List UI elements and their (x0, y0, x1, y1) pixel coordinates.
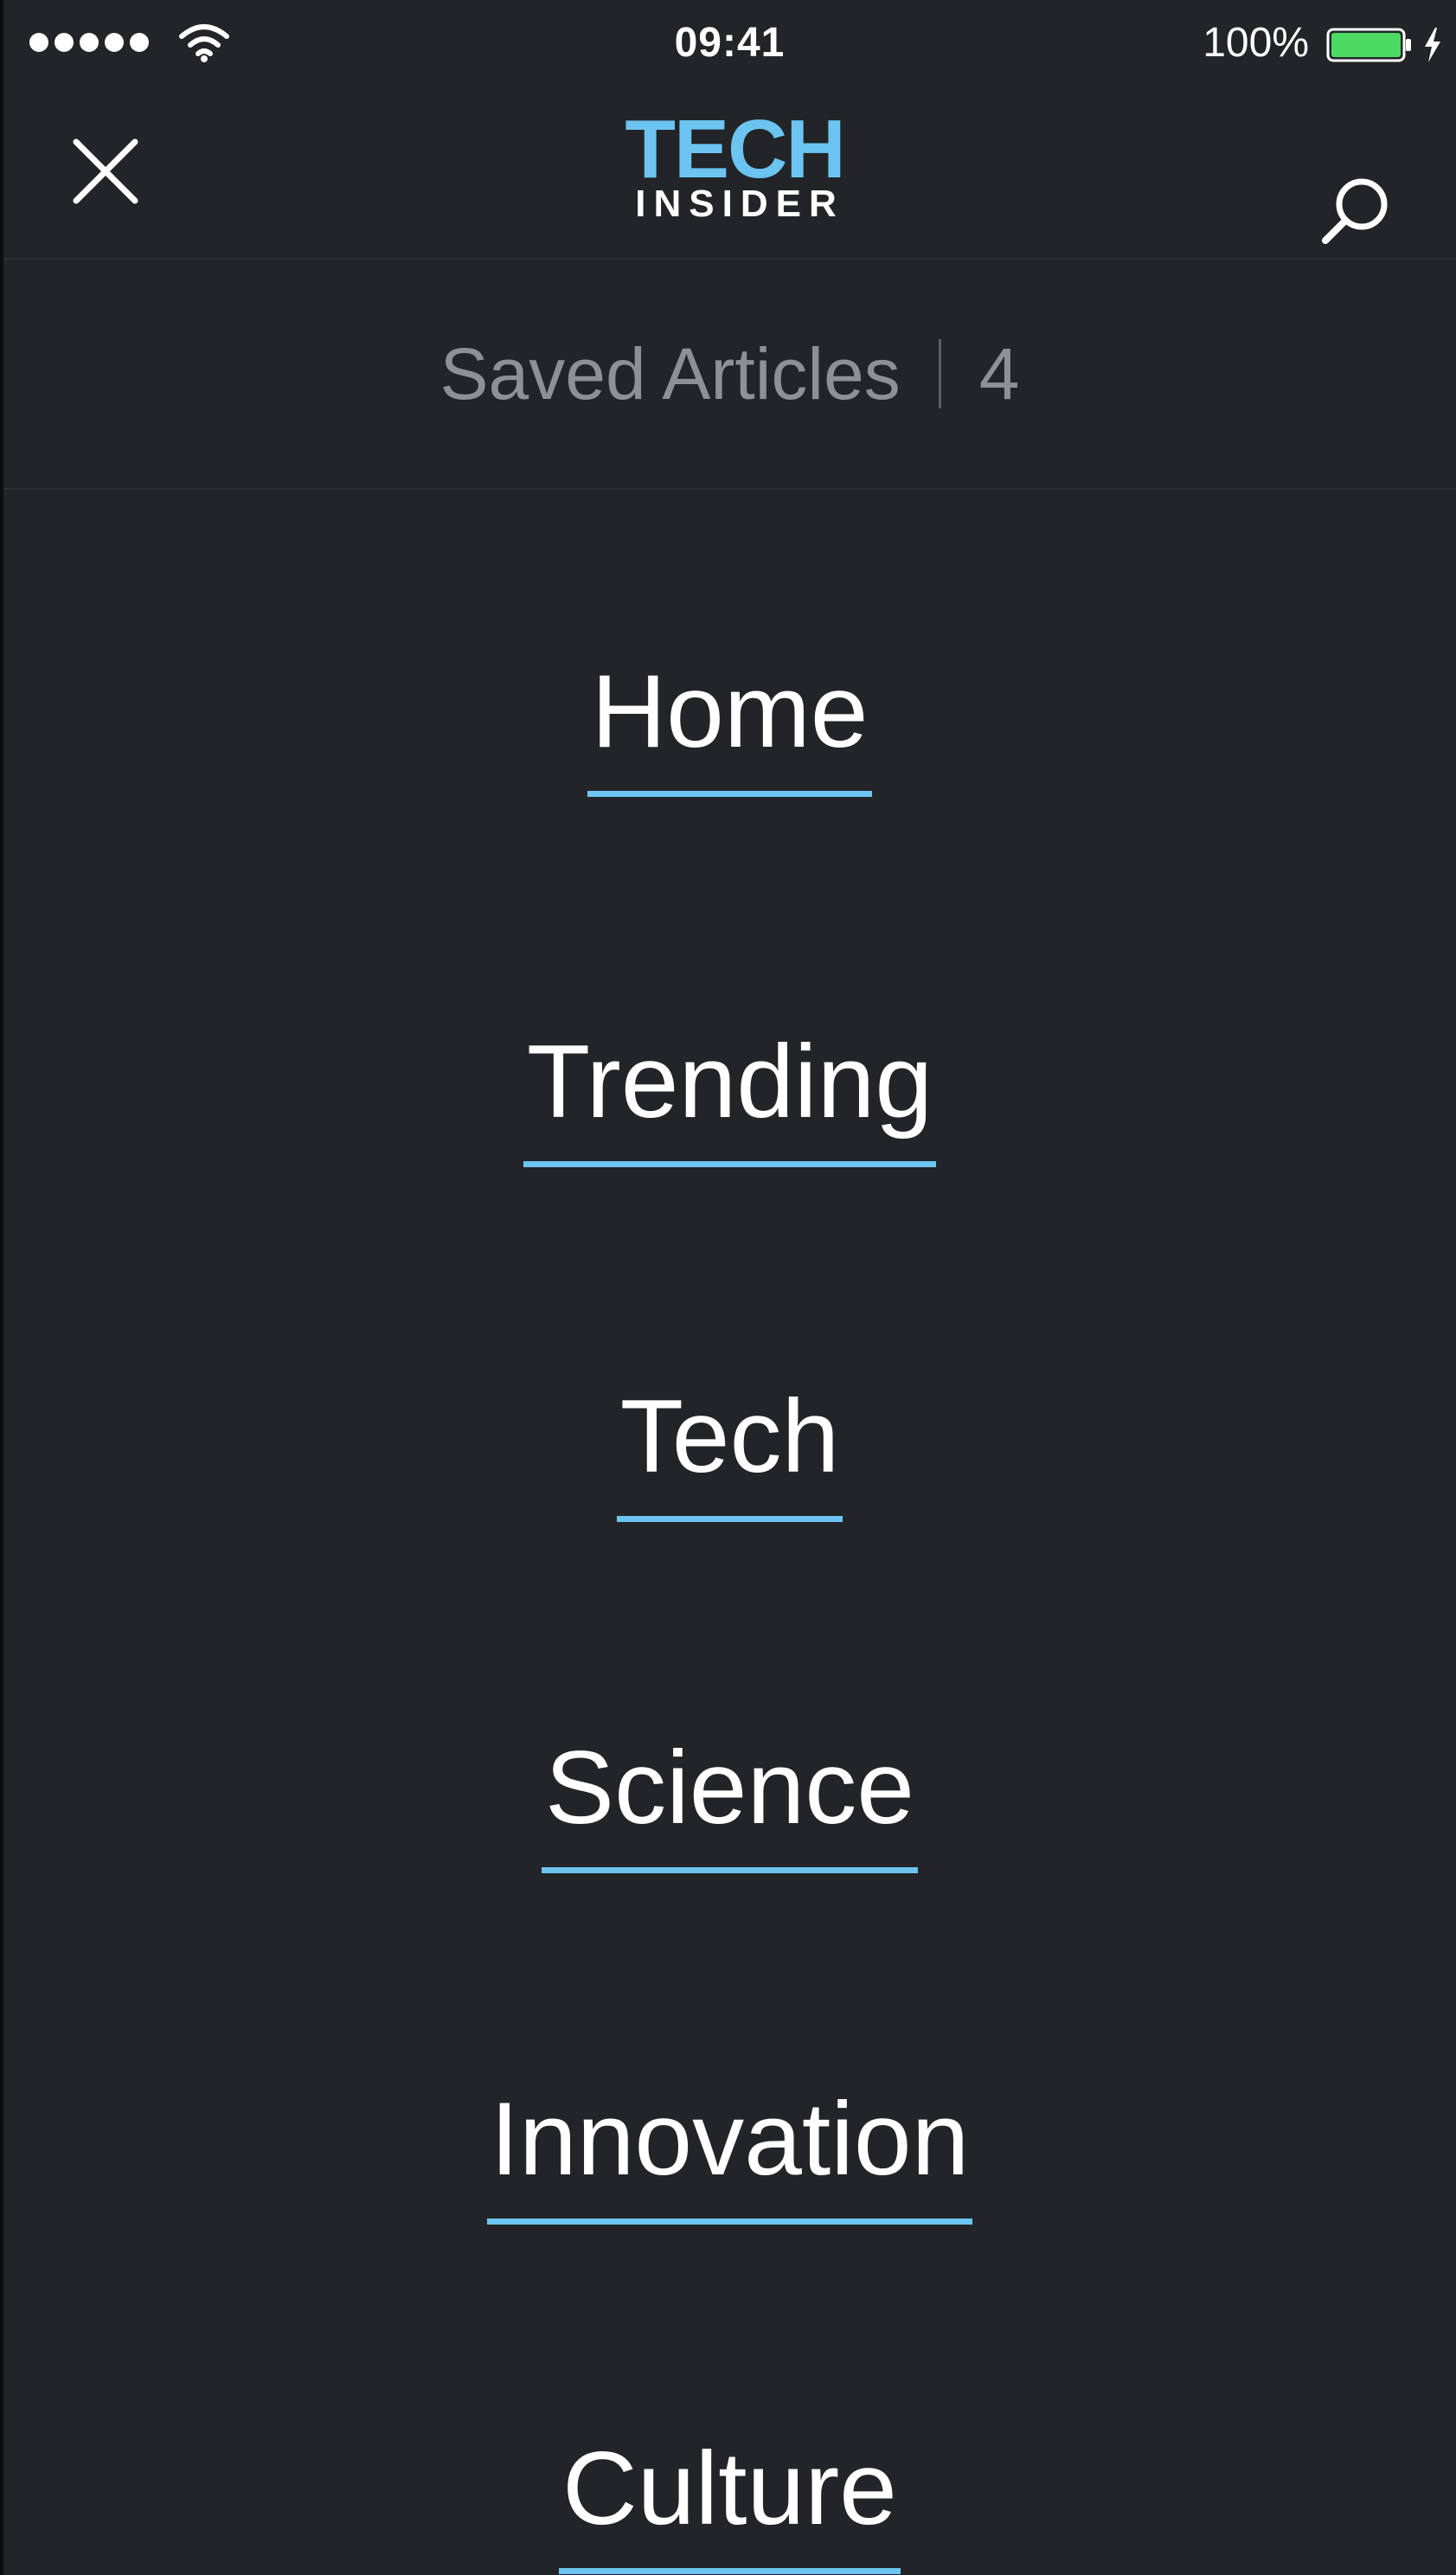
battery-icon (1326, 28, 1411, 62)
menu-item-science[interactable]: Science (3, 1727, 1456, 1873)
menu-item-trending[interactable]: Trending (3, 1021, 1456, 1167)
charging-bolt-icon (1425, 28, 1440, 62)
nav-header: TECH INSIDER (3, 90, 1456, 260)
battery-percentage: 100% (1203, 20, 1309, 66)
tech-insider-logo[interactable]: TECH INSIDER (600, 103, 869, 232)
menu-item-label: Home (587, 651, 872, 797)
menu-item-label: Tech (616, 1376, 843, 1522)
close-icon (73, 138, 138, 204)
logo-text-insider: INSIDER (635, 183, 844, 225)
close-button[interactable] (55, 133, 159, 220)
screen: 09:41 100% TECH INSIDER Saved Articles 4… (3, 0, 1456, 2575)
status-bar: 09:41 100% (3, 0, 1456, 90)
menu-item-home[interactable]: Home (3, 651, 1456, 797)
search-button[interactable] (1301, 133, 1405, 244)
menu-item-culture[interactable]: Culture (3, 2428, 1456, 2574)
menu-item-label: Culture (559, 2428, 901, 2574)
saved-articles-label: Saved Articles (439, 332, 901, 414)
saved-divider (938, 339, 941, 408)
menu-item-tech[interactable]: Tech (3, 1376, 1456, 1522)
menu-item-label: Trending (523, 1021, 937, 1167)
menu-item-label: Innovation (486, 2078, 973, 2225)
saved-articles-count: 4 (978, 332, 1020, 414)
logo-text-tech: TECH (625, 103, 845, 196)
saved-articles-link[interactable]: Saved Articles 4 (3, 260, 1456, 490)
menu-item-innovation[interactable]: Innovation (3, 2078, 1456, 2225)
search-icon (1322, 178, 1388, 244)
menu-item-label: Science (542, 1727, 918, 1873)
